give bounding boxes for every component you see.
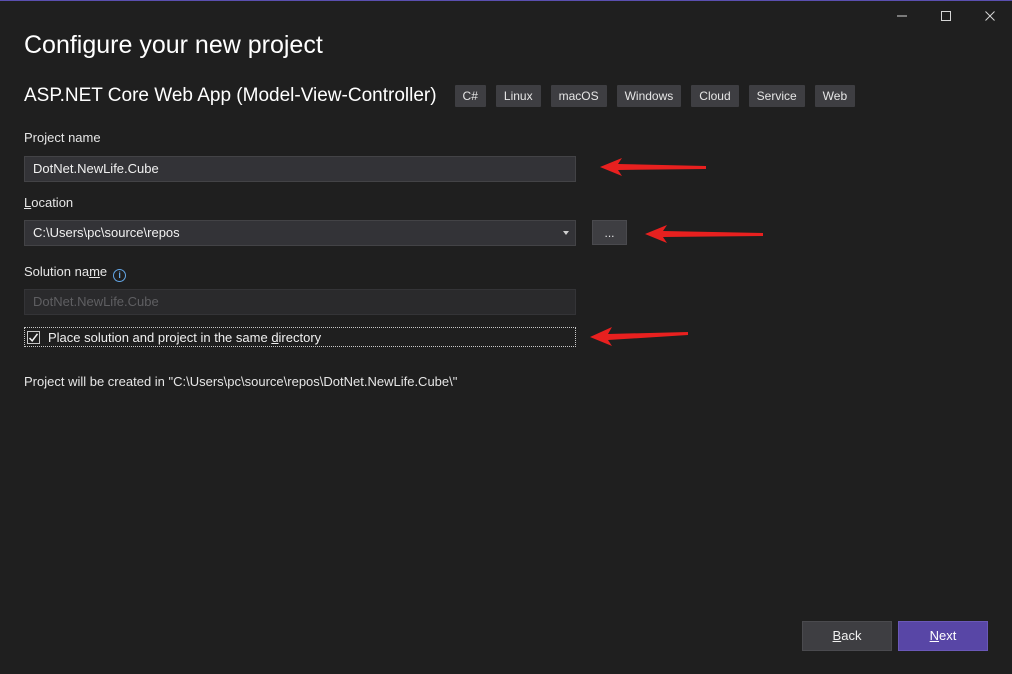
tag-platform-linux: Linux — [495, 85, 541, 107]
solution-name-label-access-key: m — [89, 264, 100, 279]
location-dropdown[interactable]: C:\Users\pc\source\repos — [24, 220, 576, 246]
location-label: Location — [24, 195, 73, 210]
checkmark-icon — [28, 332, 39, 342]
minimize-icon[interactable] — [880, 1, 924, 31]
back-button[interactable]: Back — [802, 621, 892, 651]
next-button-rest: ext — [939, 628, 957, 643]
project-name-input[interactable]: DotNet.NewLife.Cube — [24, 156, 576, 182]
window-controls — [880, 1, 1012, 31]
info-icon[interactable]: i — [113, 268, 127, 282]
template-name: ASP.NET Core Web App (Model-View-Control… — [24, 85, 437, 106]
project-name-label: Project name — [24, 130, 101, 145]
same-directory-label-access-key: d — [271, 329, 279, 345]
solution-name-label-rest: e — [99, 264, 108, 279]
annotation-arrow-icon — [590, 327, 688, 346]
maximize-icon[interactable] — [924, 1, 968, 31]
tag-platform-macos: macOS — [550, 85, 607, 107]
next-button-access-key: N — [929, 628, 940, 643]
same-directory-option[interactable]: Place solution and project in the same d… — [24, 327, 576, 347]
solution-name-input: DotNet.NewLife.Cube — [24, 289, 576, 315]
dialog-window: Configure your new project ASP.NET Core … — [0, 0, 1012, 674]
next-button[interactable]: Next — [898, 621, 988, 651]
back-button-rest: ack — [841, 628, 862, 643]
same-directory-label: Place solution and project in the same d… — [48, 330, 321, 345]
template-header: ASP.NET Core Web App (Model-View-Control… — [24, 85, 865, 107]
solution-name-value: DotNet.NewLife.Cube — [33, 294, 159, 309]
tag-language: C# — [454, 85, 486, 107]
same-directory-label-rest: irectory — [278, 329, 322, 345]
chevron-down-icon — [563, 231, 569, 235]
back-button-access-key: B — [832, 628, 842, 643]
solution-name-label: Solution name i — [24, 264, 127, 282]
same-directory-checkbox[interactable] — [27, 330, 40, 344]
tag-web: Web — [814, 85, 856, 107]
project-path-summary: Project will be created in "C:\Users\pc\… — [24, 374, 458, 389]
annotation-arrow-icon — [600, 158, 706, 176]
browse-button[interactable]: ... — [592, 220, 627, 245]
solution-name-label-prefix: Solution na — [24, 264, 90, 279]
location-value: C:\Users\pc\source\repos — [33, 225, 180, 240]
tag-service: Service — [748, 85, 805, 107]
close-icon[interactable] — [968, 1, 1012, 31]
tag-platform-windows: Windows — [616, 85, 682, 107]
location-label-rest: ocation — [31, 195, 74, 210]
page-title: Configure your new project — [24, 31, 323, 59]
annotation-arrow-icon — [645, 225, 763, 243]
project-name-value: DotNet.NewLife.Cube — [33, 161, 159, 176]
same-directory-label-prefix: Place solution and project in the same — [48, 329, 272, 345]
tag-cloud: Cloud — [691, 85, 739, 107]
